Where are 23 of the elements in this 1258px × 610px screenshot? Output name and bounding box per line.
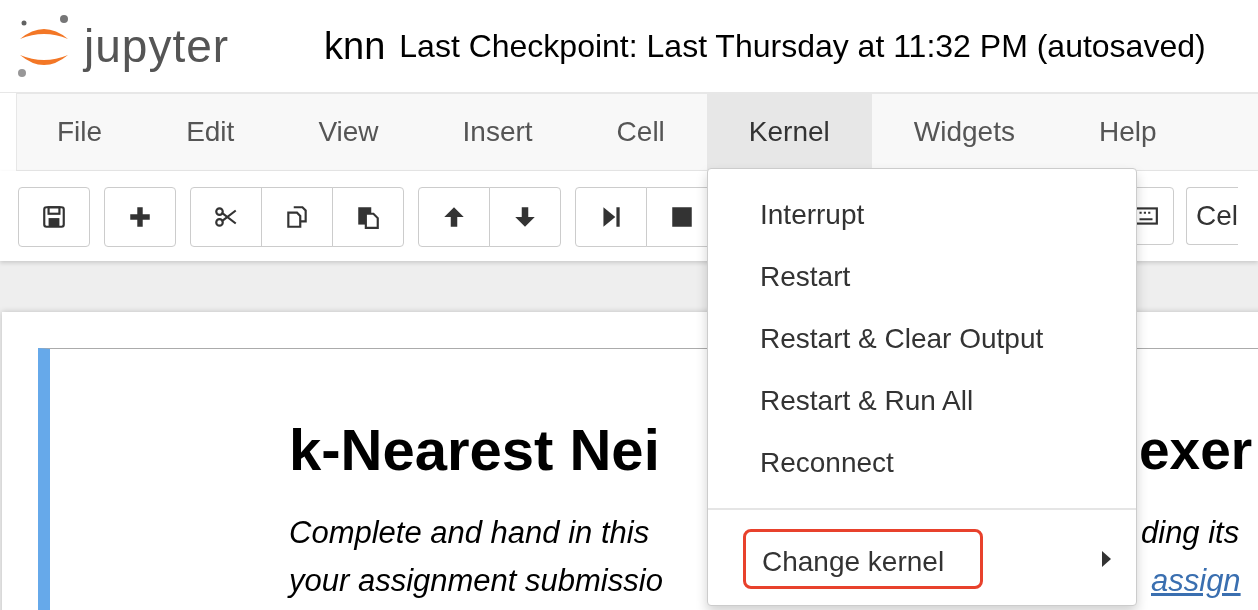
menu-item[interactable]: Interrupt	[708, 184, 1136, 246]
menu-item[interactable]: Restart & Run All	[708, 370, 1136, 432]
cell-type-dropdown[interactable]: Cel	[1186, 187, 1238, 245]
link[interactable]: assign	[1151, 557, 1241, 605]
menu-item[interactable]: Widgets	[871, 94, 1057, 170]
paragraph-text: ding its	[1140, 514, 1240, 552]
menu-item[interactable]: View	[276, 94, 421, 170]
menu-item[interactable]: Change kernel	[743, 529, 983, 589]
menu-item[interactable]: File	[39, 94, 145, 170]
heading: exer	[1139, 418, 1253, 483]
menu-item[interactable]: Help	[1056, 94, 1199, 170]
notebook-name[interactable]: knn	[324, 24, 386, 68]
menu-item[interactable]: Cell	[574, 94, 707, 170]
paragraph-text: your assignment submissio	[289, 563, 663, 598]
paragraph-text: Complete and hand in this	[289, 515, 650, 550]
menu-item[interactable]: Kernel	[706, 94, 872, 170]
checkpoint-status: Last Checkpoint: Last Thursday at 11:32 PM (autosaved)	[399, 27, 1206, 65]
menu-item[interactable]: Insert	[420, 94, 575, 170]
menu-item[interactable]: Restart	[708, 246, 1136, 308]
menu-item[interactable]: Edit	[144, 94, 277, 170]
logo-text: jupyter	[84, 19, 230, 73]
heading: k-Nearest Nei	[289, 417, 660, 482]
menu-item[interactable]: Reconnect	[708, 432, 1136, 494]
